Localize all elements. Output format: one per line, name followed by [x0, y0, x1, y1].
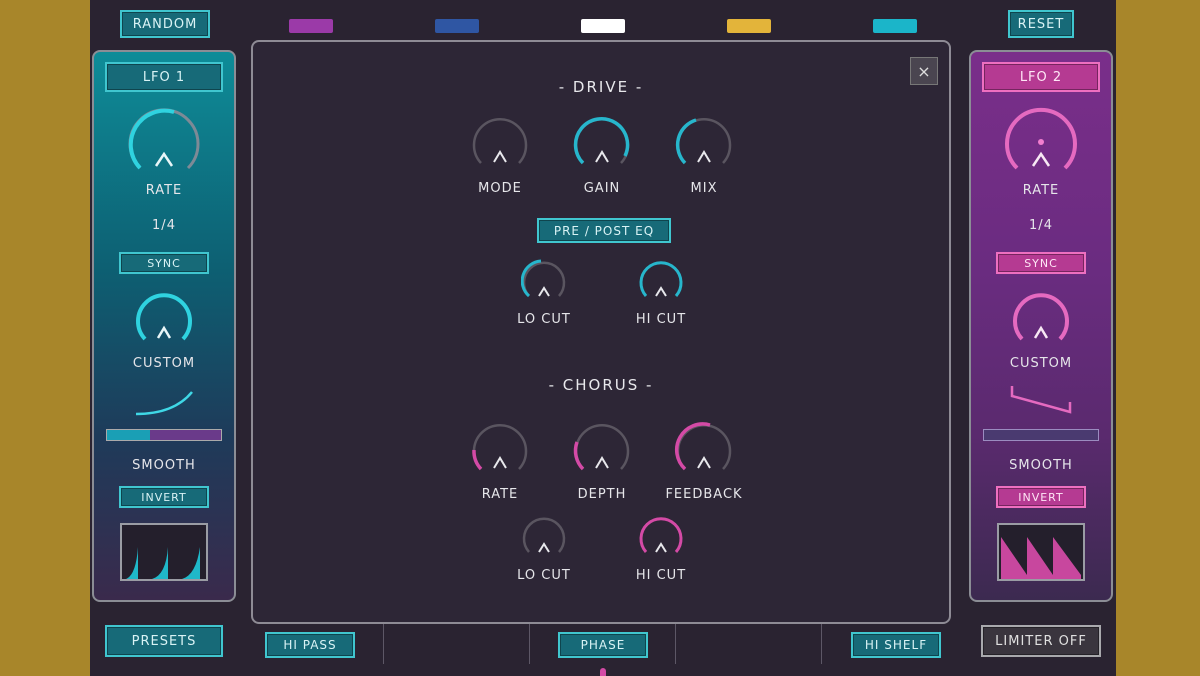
presets-button[interactable]: PRESETS — [105, 625, 223, 657]
lfo2-curve-icon — [1010, 386, 1072, 414]
lfo1-curve-icon — [135, 391, 193, 416]
chorus-locut-label: LO CUT — [517, 568, 571, 583]
chorus-hicut-knob[interactable] — [638, 514, 684, 560]
drive-gain-knob[interactable] — [572, 114, 632, 174]
drive-mode-label: MODE — [478, 181, 522, 196]
bottom-indicator — [600, 668, 606, 676]
drive-mode-knob[interactable] — [470, 114, 530, 174]
drive-locut-label: LO CUT — [517, 312, 571, 327]
lfo1-waveform-display — [120, 523, 208, 581]
lfo1-rate-knob[interactable] — [126, 106, 202, 182]
color-swatch-purple[interactable] — [289, 19, 333, 33]
chorus-depth-knob[interactable] — [572, 420, 632, 480]
chorus-hicut-label: HI CUT — [635, 568, 687, 583]
eq-divider-2 — [529, 624, 530, 664]
drive-mix-knob[interactable] — [674, 114, 734, 174]
lfo2-waveform-display — [997, 523, 1085, 581]
lfo2-waveform-icon — [1001, 537, 1081, 579]
lfo2-invert-button[interactable]: INVERT — [996, 486, 1086, 508]
eq-divider-1 — [383, 624, 384, 664]
eq-divider-4 — [821, 624, 822, 664]
chorus-section-title: - CHORUS - — [548, 376, 654, 394]
drive-mix-label: MIX — [690, 181, 718, 196]
chorus-depth-label: DEPTH — [577, 487, 627, 502]
chorus-rate-label: RATE — [481, 487, 519, 502]
chorus-rate-knob[interactable] — [470, 420, 530, 480]
close-button[interactable]: × — [910, 57, 938, 85]
chorus-feedback-knob[interactable] — [674, 420, 734, 480]
color-swatch-cyan[interactable] — [873, 19, 917, 33]
color-swatch-blue[interactable] — [435, 19, 479, 33]
lfo2-title-button[interactable]: LFO 2 — [982, 62, 1100, 92]
close-icon: × — [917, 61, 931, 81]
phase-button[interactable]: PHASE — [558, 632, 648, 658]
eq-divider-3 — [675, 624, 676, 664]
lfo1-title-button[interactable]: LFO 1 — [105, 62, 223, 92]
lfo2-smooth-slider[interactable] — [983, 429, 1099, 441]
lfo1-custom-label: CUSTOM — [132, 356, 196, 371]
pre-post-eq-button[interactable]: PRE / POST EQ — [537, 218, 671, 243]
lfo1-custom-knob[interactable] — [134, 290, 194, 350]
drive-section-title: - DRIVE - — [558, 78, 644, 96]
drive-locut-knob[interactable] — [521, 258, 567, 304]
lfo1-sync-button[interactable]: SYNC — [119, 252, 209, 274]
limiter-button[interactable]: LIMITER OFF — [981, 625, 1101, 657]
drive-hicut-label: HI CUT — [635, 312, 687, 327]
chorus-feedback-label: FEEDBACK — [665, 487, 743, 502]
lfo2-custom-knob[interactable] — [1011, 290, 1071, 350]
lfo2-rate-label: RATE — [1022, 183, 1060, 198]
chorus-locut-knob[interactable] — [521, 514, 567, 560]
lfo2-custom-label: CUSTOM — [1009, 356, 1073, 371]
lfo1-invert-button[interactable]: INVERT — [119, 486, 209, 508]
lfo2-rate-value: 1/4 — [1029, 218, 1053, 233]
lfo2-rate-knob[interactable] — [1003, 106, 1079, 182]
lfo1-waveform-icon — [126, 547, 200, 579]
hi-pass-button[interactable]: HI PASS — [265, 632, 355, 658]
lfo1-rate-label: RATE — [145, 183, 183, 198]
random-button[interactable]: RANDOM — [120, 10, 210, 38]
color-swatch-yellow[interactable] — [727, 19, 771, 33]
lfo2-smooth-label: SMOOTH — [1009, 458, 1073, 473]
drive-gain-label: GAIN — [583, 181, 621, 196]
color-swatch-white[interactable] — [581, 19, 625, 33]
reset-button[interactable]: RESET — [1008, 10, 1074, 38]
lfo1-smooth-label: SMOOTH — [132, 458, 196, 473]
drive-hicut-knob[interactable] — [638, 258, 684, 304]
lfo1-smooth-slider[interactable] — [106, 429, 222, 441]
lfo1-rate-value: 1/4 — [152, 218, 176, 233]
hi-shelf-button[interactable]: HI SHELF — [851, 632, 941, 658]
lfo2-sync-button[interactable]: SYNC — [996, 252, 1086, 274]
